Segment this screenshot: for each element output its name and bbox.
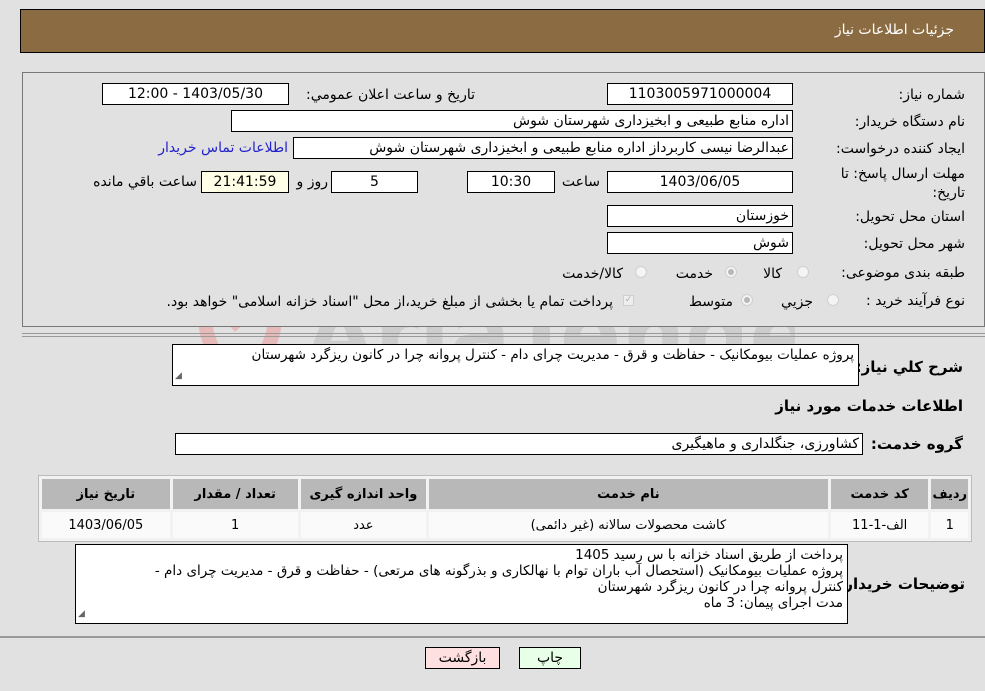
service-group-label: گروه خدمت: bbox=[870, 435, 963, 453]
notes-line: پروژه عملیات بیومکانیک (استحصال آب باران… bbox=[154, 563, 843, 579]
cell-row: 1 bbox=[931, 512, 968, 538]
table-row: 1 الف-1-11 کاشت محصولات سالانه (غیر دائم… bbox=[42, 512, 968, 538]
time-remaining-label: ساعت باقي مانده bbox=[93, 174, 197, 190]
purchase-radio-medium[interactable] bbox=[741, 294, 753, 306]
notes-line: پرداخت از طریق اسناد خزانه با س رسید 140… bbox=[575, 547, 843, 563]
buyer-org-field: اداره منابع طبیعی و ابخیزداری شهرستان شو… bbox=[231, 110, 793, 132]
treasury-checkbox[interactable]: ✓ bbox=[623, 295, 634, 306]
service-group-field: کشاورزی، جنگلداری و ماهیگیری bbox=[175, 433, 863, 455]
need-number-field: 1103005971000004 bbox=[607, 83, 793, 105]
cell-unit: عدد bbox=[300, 512, 426, 538]
col-code: کد خدمت bbox=[830, 479, 929, 509]
deadline-time-field: 10:30 bbox=[467, 171, 555, 193]
time-remaining-field: 21:41:59 bbox=[201, 171, 289, 193]
announce-datetime-field: 1403/05/30 - 12:00 bbox=[102, 83, 289, 105]
page-header: جزئیات اطلاعات نیاز bbox=[20, 9, 985, 53]
need-number-label: شماره نیاز: bbox=[898, 87, 966, 103]
purchase-option-minor: جزيي bbox=[781, 294, 813, 310]
category-option-goods: کالا bbox=[763, 266, 782, 282]
divider bbox=[22, 336, 985, 337]
province-field: خوزستان bbox=[607, 205, 793, 227]
buyer-org-label: نام دستگاه خریدار: bbox=[854, 114, 965, 130]
purchase-option-medium: متوسط bbox=[689, 294, 733, 310]
services-table: ردیف کد خدمت نام خدمت واحد اندازه گیری ت… bbox=[38, 475, 972, 542]
cell-qty: 1 bbox=[172, 512, 298, 538]
print-button[interactable]: چاپ bbox=[519, 647, 581, 669]
city-label: شهر محل تحویل: bbox=[863, 236, 965, 252]
services-section-title: اطلاعات خدمات مورد نیاز bbox=[775, 397, 963, 415]
purchase-radio-minor[interactable] bbox=[827, 294, 839, 306]
days-label: روز و bbox=[296, 174, 329, 190]
category-radio-goods-service[interactable] bbox=[635, 266, 647, 278]
col-date: تاریخ نیاز bbox=[42, 479, 170, 509]
col-name: نام خدمت bbox=[428, 479, 828, 509]
buyer-contact-link[interactable]: اطلاعات تماس خریدار bbox=[158, 140, 288, 156]
divider bbox=[0, 636, 985, 638]
summary-text: پروژه عملیات بیومکانیک - حفاظت و قرق - م… bbox=[251, 347, 854, 363]
requester-label: ایجاد کننده درخواست: bbox=[836, 141, 965, 157]
deadline-date-field: 1403/06/05 bbox=[607, 171, 793, 193]
category-option-goods-service: کالا/خدمت bbox=[562, 266, 623, 282]
cell-name: کاشت محصولات سالانه (غیر دائمی) bbox=[428, 512, 828, 538]
back-button[interactable]: بازگشت bbox=[425, 647, 500, 669]
category-radio-service[interactable] bbox=[725, 266, 737, 278]
col-qty: تعداد / مقدار bbox=[172, 479, 298, 509]
city-field: شوش bbox=[607, 232, 793, 254]
announce-datetime-label: تاریخ و ساعت اعلان عمومي: bbox=[306, 87, 475, 103]
requester-field: عبدالرضا نیسی کاربرداز اداره منابع طبیعی… bbox=[293, 137, 793, 159]
notes-line: مدت اجرای پیمان: 3 ماه bbox=[703, 595, 843, 611]
resize-grip-icon[interactable]: ◢ bbox=[78, 606, 85, 622]
table-header-row: ردیف کد خدمت نام خدمت واحد اندازه گیری ت… bbox=[42, 479, 968, 509]
summary-textarea[interactable]: پروژه عملیات بیومکانیک - حفاظت و قرق - م… bbox=[172, 344, 859, 386]
province-label: استان محل تحویل: bbox=[855, 209, 965, 225]
page-title: جزئیات اطلاعات نیاز bbox=[834, 22, 954, 38]
category-option-service: خدمت bbox=[675, 266, 713, 282]
notes-line: کنترل پروانه چرا در کانون ریزگرد شهرستان bbox=[597, 579, 843, 595]
buyer-notes-label: توضیحات خریدار: bbox=[838, 575, 965, 593]
deadline-time-label: ساعت bbox=[561, 174, 600, 190]
category-radio-goods[interactable] bbox=[797, 266, 809, 278]
cell-date: 1403/06/05 bbox=[42, 512, 170, 538]
buyer-notes-textarea[interactable]: پرداخت از طریق اسناد خزانه با س رسید 140… bbox=[75, 544, 848, 624]
deadline-label: مهلت ارسال پاسخ: تا تاریخ: bbox=[840, 166, 965, 201]
col-row: ردیف bbox=[931, 479, 968, 509]
category-label: طبقه بندی موضوعی: bbox=[841, 265, 965, 281]
resize-grip-icon[interactable]: ◢ bbox=[175, 368, 182, 384]
treasury-note: پرداخت تمام یا بخشی از مبلغ خرید،از محل … bbox=[166, 294, 613, 310]
purchase-type-label: نوع فرآیند خرید : bbox=[866, 293, 965, 309]
divider bbox=[22, 333, 985, 334]
cell-code: الف-1-11 bbox=[830, 512, 929, 538]
col-unit: واحد اندازه گیری bbox=[300, 479, 426, 509]
days-remaining-field: 5 bbox=[331, 171, 418, 193]
summary-label: شرح كلي نیاز: bbox=[855, 358, 963, 376]
